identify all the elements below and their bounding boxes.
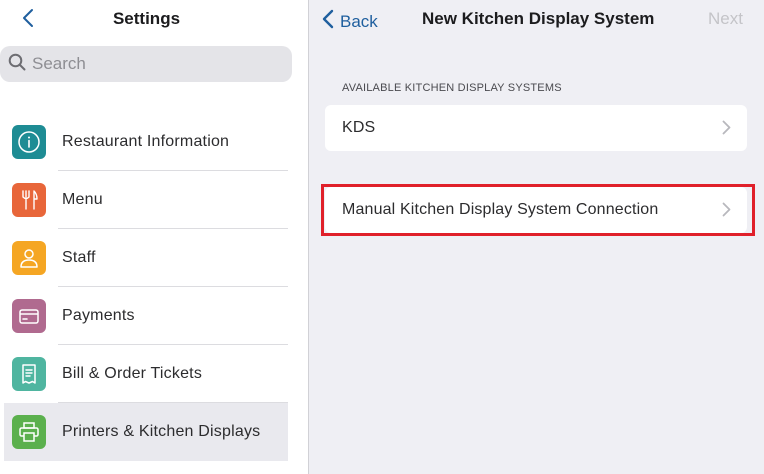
chevron-left-icon xyxy=(322,9,334,34)
fork-knife-icon xyxy=(12,183,46,217)
search-field[interactable] xyxy=(0,46,292,82)
receipt-icon xyxy=(12,357,46,391)
sidebar-item-label: Restaurant Information xyxy=(62,133,230,150)
sidebar-item-label: Staff xyxy=(62,249,96,266)
row-label: Manual Kitchen Display System Connection xyxy=(342,201,659,218)
sidebar-title: Settings xyxy=(112,9,181,28)
card-icon xyxy=(12,299,46,333)
sidebar-item-label: Payments xyxy=(62,307,135,324)
search-input[interactable] xyxy=(32,54,272,74)
sidebar-item-bill-order-tickets[interactable]: Bill & Order Tickets xyxy=(4,345,288,403)
chevron-right-icon xyxy=(722,120,731,140)
settings-menu-list: Restaurant Information Menu Staff Paymen… xyxy=(4,113,288,461)
sidebar-item-restaurant-information[interactable]: Restaurant Information xyxy=(4,113,288,171)
next-button[interactable]: Next xyxy=(708,9,743,29)
sidebar-item-label: Bill & Order Tickets xyxy=(62,365,203,382)
printer-icon xyxy=(12,415,46,449)
kds-row[interactable]: KDS xyxy=(325,105,747,151)
detail-header: Back New Kitchen Display System Next xyxy=(310,0,764,40)
sidebar-item-label: Menu xyxy=(62,191,103,208)
info-icon xyxy=(12,125,46,159)
sidebar-item-payments[interactable]: Payments xyxy=(4,287,288,345)
sidebar-item-staff[interactable]: Staff xyxy=(4,229,288,287)
search-icon xyxy=(8,53,26,76)
page-title: New Kitchen Display System xyxy=(422,9,655,28)
manual-kds-connection-row[interactable]: Manual Kitchen Display System Connection xyxy=(325,187,747,233)
sidebar-header: Settings xyxy=(0,0,308,40)
sidebar-item-label: Printers & Kitchen Displays xyxy=(62,423,261,440)
settings-sidebar: Settings Restaurant Information Menu xyxy=(0,0,309,474)
back-button[interactable]: Back xyxy=(322,9,378,34)
sidebar-item-menu[interactable]: Menu xyxy=(4,171,288,229)
section-header: AVAILABLE KITCHEN DISPLAY SYSTEMS xyxy=(342,82,562,94)
back-label: Back xyxy=(340,11,378,31)
row-label: KDS xyxy=(342,119,376,136)
chevron-right-icon xyxy=(722,202,731,222)
person-icon xyxy=(12,241,46,275)
sidebar-item-printers-kitchen-displays[interactable]: Printers & Kitchen Displays xyxy=(4,403,288,461)
